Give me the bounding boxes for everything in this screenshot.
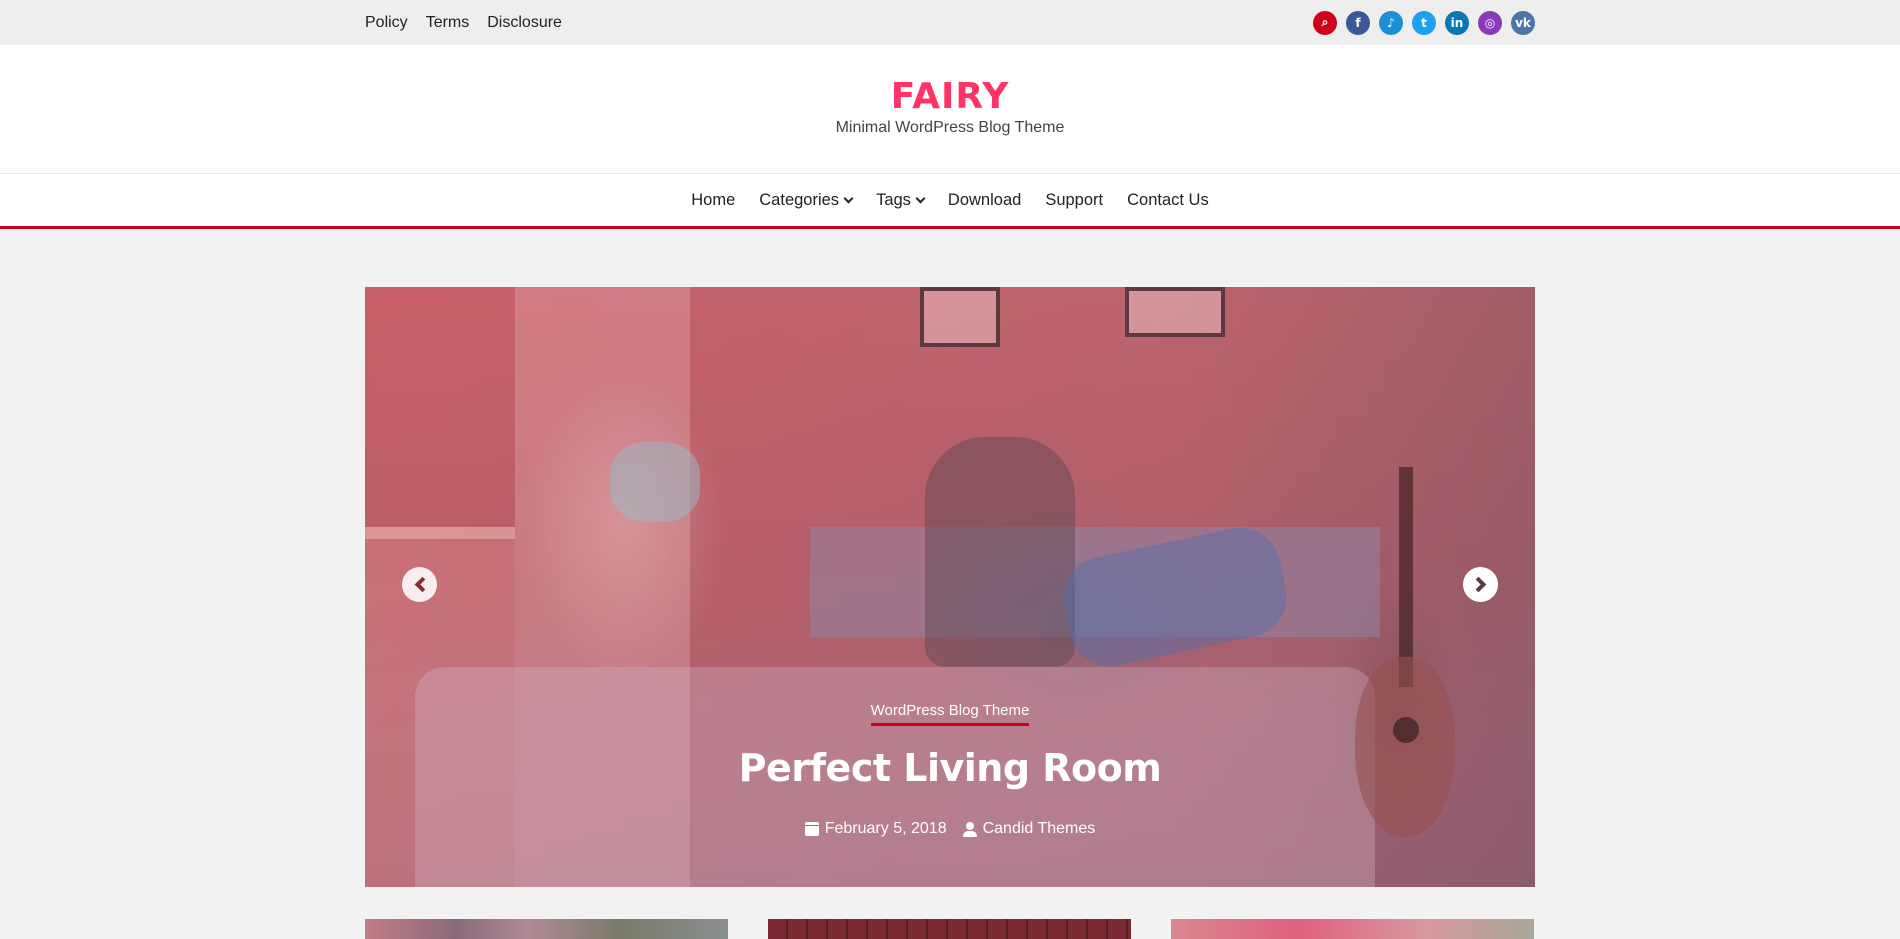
nav-item-home[interactable]: Home [691, 191, 735, 210]
image-person [925, 437, 1075, 667]
slider-prev-button[interactable] [402, 567, 437, 602]
slider-next-button[interactable] [1463, 567, 1498, 602]
top-link-disclosure[interactable]: Disclosure [487, 14, 562, 32]
instagram-icon[interactable]: ◎ [1478, 10, 1502, 35]
facebook-icon[interactable]: f [1346, 10, 1370, 35]
slide-date-text: February 5, 2018 [824, 820, 947, 837]
chevron-left-icon [414, 576, 430, 593]
main-navigation: Home Categories Tags Download Support Contact… [0, 173, 1900, 229]
site-tagline: Minimal WordPress Blog Theme [835, 119, 1065, 136]
image-frame [920, 287, 1000, 347]
chevron-down-icon [915, 193, 926, 203]
post-card-thumbnail[interactable] [768, 919, 1131, 939]
nav-item-label: Support [1045, 190, 1104, 209]
nav-item-label: Categories [759, 190, 840, 209]
vk-icon[interactable]: vk [1511, 10, 1535, 35]
slide-category-link[interactable]: WordPress Blog Theme [870, 702, 1030, 726]
calendar-icon [804, 822, 819, 836]
search-icon[interactable]: ⌕ [1313, 10, 1337, 35]
top-link-terms[interactable]: Terms [426, 14, 470, 32]
top-link-policy[interactable]: Policy [365, 14, 408, 32]
slide-author[interactable]: Candid Themes [962, 820, 1096, 838]
nav-item-label: Download [947, 190, 1022, 209]
nav-item-download[interactable]: Download [948, 191, 1021, 210]
nav-item-label: Contact Us [1127, 190, 1209, 209]
top-bar: Policy Terms Disclosure ⌕ f ♪ t in ◎ vk [0, 0, 1900, 45]
nav-item-label: Tags [876, 190, 911, 209]
linkedin-icon[interactable]: in [1445, 10, 1469, 35]
image-frame [1125, 287, 1225, 337]
tiktok-icon[interactable]: ♪ [1379, 10, 1403, 35]
image-pillow [610, 442, 700, 522]
site-branding: FAIRY Minimal WordPress Blog Theme [0, 45, 1900, 173]
chevron-right-icon [1470, 576, 1486, 593]
featured-slider[interactable]: WordPress Blog Theme Perfect Living Room… [365, 287, 1535, 887]
slide-post-title[interactable]: Perfect Living Room [365, 746, 1535, 790]
chevron-down-icon [843, 193, 854, 203]
slide-date[interactable]: February 5, 2018 [804, 820, 947, 838]
nav-item-tags[interactable]: Tags [876, 190, 926, 210]
post-card-thumbnail[interactable] [365, 919, 728, 939]
site-title[interactable]: FAIRY [0, 77, 1900, 117]
slide-author-text: Candid Themes [982, 820, 1096, 837]
post-card-thumbnail[interactable] [1171, 919, 1534, 939]
twitter-icon[interactable]: t [1412, 10, 1436, 35]
social-icons: ⌕ f ♪ t in ◎ vk [1313, 10, 1535, 35]
post-cards-row [365, 919, 1535, 939]
nav-item-categories[interactable]: Categories [759, 190, 854, 210]
nav-item-support[interactable]: Support [1045, 191, 1103, 210]
nav-item-contact-us[interactable]: Contact Us [1127, 191, 1209, 210]
slide-meta: February 5, 2018 Candid Themes [365, 820, 1535, 838]
slide-caption: WordPress Blog Theme Perfect Living Room… [365, 702, 1535, 838]
top-links: Policy Terms Disclosure [365, 14, 562, 32]
nav-item-label: Home [691, 190, 736, 209]
user-icon [962, 821, 977, 837]
